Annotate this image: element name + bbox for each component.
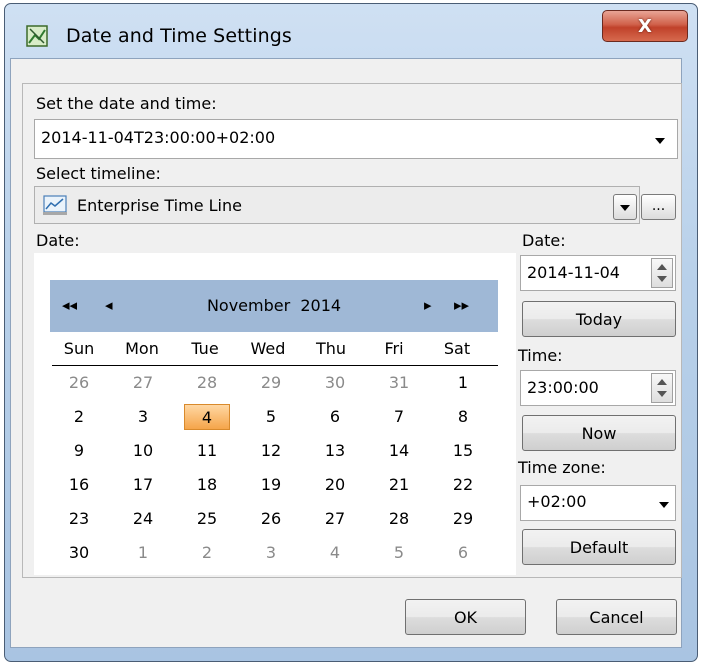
time-spinner[interactable]: 23:00:00 — [520, 370, 676, 406]
weekday-tue: Tue — [191, 339, 219, 358]
timeline-field[interactable]: Enterprise Time Line — [34, 186, 640, 224]
calendar-day[interactable]: 10 — [120, 438, 166, 464]
date-spinner[interactable]: 2014-11-04 — [520, 255, 676, 291]
calendar-day[interactable]: 25 — [184, 506, 230, 532]
side-time-label: Time: — [518, 346, 563, 365]
timeline-icon — [43, 194, 67, 216]
calendar-day[interactable]: 21 — [376, 472, 422, 498]
calendar-day[interactable]: 4 — [184, 404, 230, 430]
calendar-year: 2014 — [300, 296, 342, 315]
title-bar[interactable]: Date and Time Settings — [5, 4, 697, 66]
timeline-dropdown-button[interactable] — [613, 194, 637, 220]
ok-button[interactable]: OK — [405, 599, 526, 635]
calendar-day-other-month[interactable]: 30 — [312, 370, 358, 396]
calendar-day-other-month[interactable]: 26 — [56, 370, 102, 396]
calendar-day-other-month[interactable]: 2 — [184, 540, 230, 566]
calendar-day[interactable]: 8 — [440, 404, 486, 430]
cancel-button[interactable]: Cancel — [556, 599, 677, 635]
today-button[interactable]: Today — [522, 301, 676, 337]
calendar-day-other-month[interactable]: 4 — [312, 540, 358, 566]
calendar-month: November — [206, 296, 291, 315]
dropdown-arrow-icon — [655, 138, 665, 144]
timezone-combo[interactable]: +02:00 — [520, 485, 676, 521]
date-spinner-buttons[interactable] — [651, 258, 673, 288]
calendar-day[interactable]: 14 — [376, 438, 422, 464]
calendar-day[interactable]: 27 — [312, 506, 358, 532]
now-button[interactable]: Now — [522, 415, 676, 451]
default-button[interactable]: Default — [522, 529, 676, 565]
calendar-day[interactable]: 9 — [56, 438, 102, 464]
calendar-day[interactable]: 20 — [312, 472, 358, 498]
timeline-value: Enterprise Time Line — [77, 196, 242, 215]
weekday-mon: Mon — [125, 339, 159, 358]
calendar-day[interactable]: 26 — [248, 506, 294, 532]
calendar-day-other-month[interactable]: 28 — [184, 370, 230, 396]
close-button[interactable]: X — [602, 10, 688, 42]
calendar-day[interactable]: 30 — [56, 540, 102, 566]
timeline-label: Select timeline: — [36, 164, 161, 183]
time-spinner-value: 23:00:00 — [527, 378, 599, 397]
prev-year-button[interactable]: ◂◂ — [62, 296, 77, 314]
calendar-date-label: Date: — [36, 231, 80, 250]
datetime-value: 2014-11-04T23:00:00+02:00 — [41, 128, 276, 147]
weekday-fri: Fri — [384, 339, 404, 358]
datetime-combo[interactable]: 2014-11-04T23:00:00+02:00 — [34, 119, 678, 159]
calendar-day-other-month[interactable]: 5 — [376, 540, 422, 566]
app-icon — [26, 25, 48, 47]
calendar-day[interactable]: 28 — [376, 506, 422, 532]
timezone-value: +02:00 — [527, 492, 587, 511]
calendar-day[interactable]: 17 — [120, 472, 166, 498]
weekday-sat: Sat — [443, 339, 471, 358]
calendar-day[interactable]: 19 — [248, 472, 294, 498]
dropdown-arrow-icon — [659, 502, 669, 508]
calendar-day[interactable]: 12 — [248, 438, 294, 464]
calendar-day[interactable]: 18 — [184, 472, 230, 498]
calendar: ◂◂ ◂ November 2014 ▸ ▸▸ Sun Mon Tue Wed Thu F… — [34, 253, 516, 575]
calendar-day[interactable]: 29 — [440, 506, 486, 532]
side-date-label: Date: — [522, 231, 566, 250]
calendar-day-other-month[interactable]: 6 — [440, 540, 486, 566]
datetime-label: Set the date and time: — [36, 94, 217, 113]
spin-up-icon — [657, 379, 667, 385]
calendar-day[interactable]: 15 — [440, 438, 486, 464]
calendar-header: ◂◂ ◂ November 2014 ▸ ▸▸ — [50, 280, 498, 332]
weekday-wed: Wed — [250, 339, 286, 358]
calendar-day[interactable]: 7 — [376, 404, 422, 430]
prev-month-button[interactable]: ◂ — [105, 296, 113, 314]
calendar-day[interactable]: 1 — [440, 370, 486, 396]
calendar-day[interactable]: 3 — [120, 404, 166, 430]
calendar-month-year: November 2014 — [200, 296, 348, 315]
calendar-day[interactable]: 22 — [440, 472, 486, 498]
weekday-sun: Sun — [63, 339, 95, 358]
calendar-day-other-month[interactable]: 1 — [120, 540, 166, 566]
calendar-day[interactable]: 2 — [56, 404, 102, 430]
calendar-day[interactable]: 13 — [312, 438, 358, 464]
chevron-down-icon — [620, 205, 630, 211]
time-spinner-buttons[interactable] — [651, 373, 673, 403]
calendar-day[interactable]: 23 — [56, 506, 102, 532]
date-spinner-value: 2014-11-04 — [527, 263, 620, 282]
calendar-day-other-month[interactable]: 31 — [376, 370, 422, 396]
calendar-day-other-month[interactable]: 29 — [248, 370, 294, 396]
spin-down-icon — [657, 276, 667, 282]
close-icon: X — [638, 15, 652, 37]
spin-down-icon — [657, 391, 667, 397]
side-zone-label: Time zone: — [518, 458, 606, 477]
next-year-button[interactable]: ▸▸ — [454, 296, 469, 314]
weekday-thu: Thu — [315, 339, 347, 358]
spin-up-icon — [657, 264, 667, 270]
weekday-divider — [52, 365, 498, 366]
calendar-day-other-month[interactable]: 27 — [120, 370, 166, 396]
calendar-day-other-month[interactable]: 3 — [248, 540, 294, 566]
calendar-day[interactable]: 24 — [120, 506, 166, 532]
next-month-button[interactable]: ▸ — [424, 296, 432, 314]
calendar-day[interactable]: 11 — [184, 438, 230, 464]
timeline-browse-button[interactable]: ... — [641, 194, 676, 220]
calendar-day[interactable]: 16 — [56, 472, 102, 498]
calendar-day[interactable]: 6 — [312, 404, 358, 430]
calendar-day[interactable]: 5 — [248, 404, 294, 430]
window-title: Date and Time Settings — [66, 25, 292, 47]
